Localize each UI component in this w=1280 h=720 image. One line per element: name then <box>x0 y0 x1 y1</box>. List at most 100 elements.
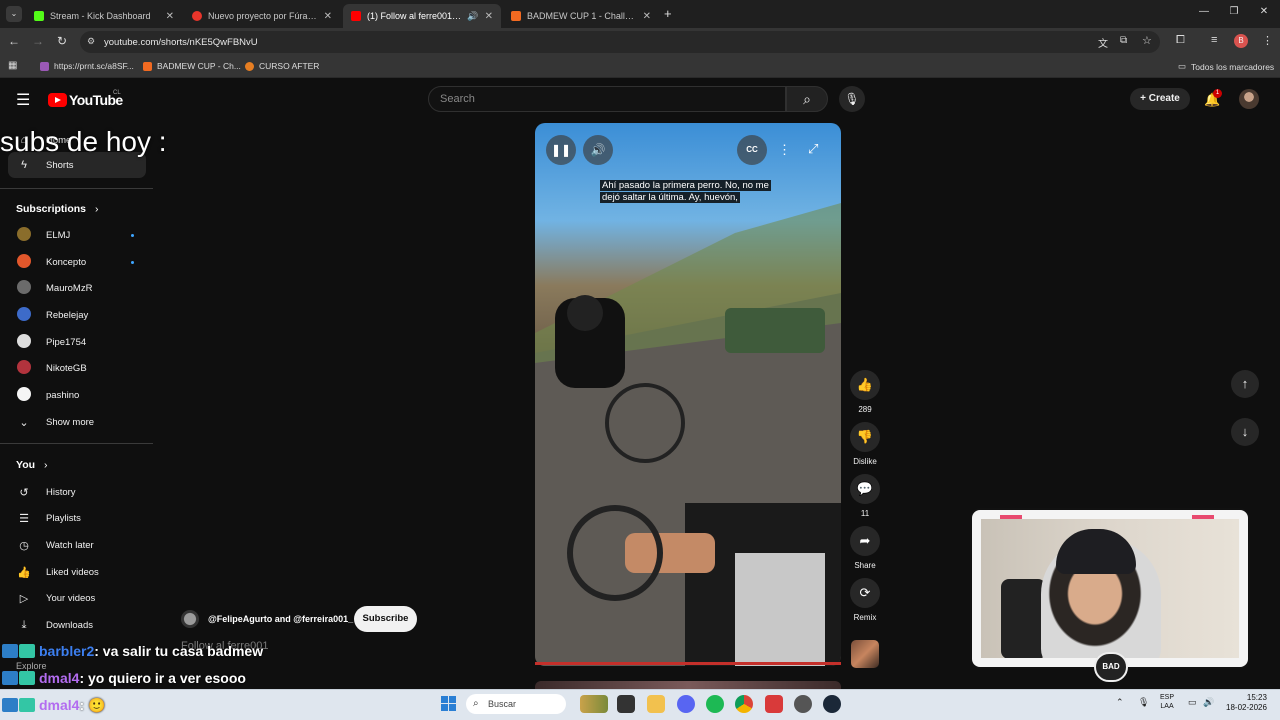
extensions-icon[interactable]: ⧠ <box>1176 34 1185 47</box>
sidebar-show-more[interactable]: ⌄ Show more <box>8 409 146 435</box>
widgets-icon[interactable] <box>580 695 608 713</box>
streaming-app-icon[interactable] <box>765 695 783 713</box>
tab-youtube[interactable]: (1) Follow al ferre001 - You 🔊 ✕ <box>343 4 501 28</box>
short-video-player[interactable] <box>535 123 841 666</box>
close-icon[interactable]: ✕ <box>324 11 332 22</box>
menu-icon[interactable]: ⋮ <box>1262 34 1273 47</box>
windows-start-icon[interactable] <box>441 696 456 711</box>
sidebar-item-nikotegb[interactable]: NikoteGB <box>8 355 146 381</box>
comments-button[interactable]: 💬 <box>850 474 880 504</box>
more-options-icon[interactable]: ⋮ <box>778 142 791 158</box>
voice-search-button[interactable]: 🎙 <box>839 86 865 112</box>
tab-challonge[interactable]: BADMEW CUP 1 - Challonge ✕ <box>503 4 659 28</box>
url-text[interactable]: youtube.com/shorts/nKE5QwFBNvU <box>104 37 258 48</box>
task-view-icon[interactable] <box>617 695 635 713</box>
speaker-icon[interactable]: 🔊 <box>467 11 478 22</box>
bookmark-prnt[interactable]: https://prnt.sc/a8SF... <box>40 61 134 71</box>
sidebar-item-koncepto[interactable]: Koncepto <box>8 249 146 275</box>
profile-icon[interactable]: B <box>1234 34 1248 48</box>
arrow-up-icon: ↑ <box>1241 376 1249 391</box>
window-close-icon[interactable]: ✕ <box>1254 6 1274 17</box>
close-icon[interactable]: ✕ <box>643 11 651 22</box>
hamburger-menu-icon[interactable]: ☰ <box>16 90 30 110</box>
youtube-logo[interactable]: YouTube <box>48 92 123 108</box>
sidebar-item-liked-videos[interactable]: 👍 Liked videos <box>8 559 146 585</box>
volume-icon[interactable]: 🔊 <box>1203 697 1214 708</box>
translate-icon[interactable]: 文 <box>1098 35 1108 50</box>
subscribe-button[interactable]: Subscribe <box>354 606 417 632</box>
restore-icon[interactable]: ❐ <box>1224 6 1244 17</box>
tray-expand-icon[interactable]: ⌃ <box>1116 697 1124 708</box>
all-bookmarks[interactable]: ▭ Todos los marcadores <box>1178 61 1274 72</box>
site-info-icon[interactable]: ⚙ <box>87 36 95 47</box>
sidebar-item-your-videos[interactable]: ▷ Your videos <box>8 585 146 611</box>
minimize-icon[interactable]: — <box>1194 6 1214 17</box>
chat-username: dmal4 <box>39 697 80 713</box>
pause-icon: ❚❚ <box>550 143 572 157</box>
search-button[interactable]: ⌕ <box>786 86 828 112</box>
language-indicator[interactable]: ESP LAA <box>1160 693 1174 711</box>
bookmark-badmew[interactable]: BADMEW CUP - Ch... <box>143 61 241 71</box>
file-explorer-icon[interactable] <box>647 695 665 713</box>
tab-nuevo-proyecto[interactable]: Nuevo proyecto por Fúran | Bar ✕ <box>184 4 340 28</box>
sidebar-item-pashino[interactable]: pashino <box>8 382 146 408</box>
search-input[interactable]: Search <box>428 86 786 112</box>
sidebar-item-downloads[interactable]: ⤓ Downloads <box>8 612 146 638</box>
media-icon[interactable]: ≡ <box>1211 34 1217 46</box>
previous-short-button[interactable]: ↑ <box>1231 370 1259 398</box>
microphone-icon: 🎙 <box>844 92 860 106</box>
next-short-button[interactable]: ↓ <box>1231 418 1259 446</box>
tab-kick[interactable]: Stream - Kick Dashboard ✕ <box>26 4 182 28</box>
network-icon[interactable]: ▭ <box>1188 697 1197 708</box>
tab-search-button[interactable]: ⌄ <box>6 6 22 22</box>
chrome-icon[interactable] <box>735 695 753 713</box>
you-header[interactable]: You › <box>16 459 47 471</box>
apps-icon[interactable]: ▦ <box>8 60 17 71</box>
sidebar-item-history[interactable]: ↺ History <box>8 479 146 505</box>
sidebar-item-mauromzr[interactable]: MauroMzR <box>8 275 146 301</box>
volume-button[interactable]: 🔊 <box>583 135 613 165</box>
captions-button[interactable]: CC <box>737 135 767 165</box>
back-icon[interactable]: ← <box>6 34 22 48</box>
sidebar-item-elmj[interactable]: ELMJ <box>8 222 146 248</box>
volume-icon: 🔊 <box>590 143 606 157</box>
discord-icon[interactable] <box>677 695 695 713</box>
channel-name[interactable]: @FelipeAgurto and @ferreira001_ <box>208 614 353 624</box>
bookmark-curso-after[interactable]: CURSO AFTER <box>245 61 319 71</box>
remix-button[interactable]: ⟳ <box>850 578 880 608</box>
new-tab-button[interactable]: + <box>664 6 672 21</box>
cast-icon[interactable]: ⧉ <box>1120 35 1127 46</box>
video-progress-bar[interactable] <box>535 662 841 665</box>
channel-avatar[interactable] <box>181 610 199 628</box>
like-button[interactable]: 👍 <box>850 370 880 400</box>
arrow-down-icon: ↓ <box>1241 424 1249 439</box>
spotify-icon[interactable] <box>706 695 724 713</box>
taskbar-clock[interactable]: 15:23 18-02-2026 <box>1226 693 1267 713</box>
fullscreen-icon[interactable]: ⤢ <box>808 141 818 157</box>
next-short-preview[interactable] <box>535 681 841 689</box>
create-button[interactable]: + Create <box>1130 88 1190 110</box>
sidebar-item-label: Shorts <box>46 159 74 171</box>
audio-thumbnail[interactable] <box>851 640 879 668</box>
account-avatar[interactable] <box>1239 89 1259 109</box>
close-icon[interactable]: ✕ <box>485 11 493 22</box>
subscriptions-header[interactable]: Subscriptions › <box>16 203 98 215</box>
forward-icon[interactable]: → <box>30 34 46 48</box>
microphone-icon[interactable]: 🎙 <box>1138 697 1149 708</box>
taskbar-search-input[interactable]: ⌕ Buscar <box>466 694 566 714</box>
steam-icon[interactable] <box>823 695 841 713</box>
dislike-button[interactable]: 👎 <box>850 422 880 452</box>
close-icon[interactable]: ✕ <box>166 11 174 22</box>
sidebar-item-pipe1754[interactable]: Pipe1754 <box>8 329 146 355</box>
pause-button[interactable]: ❚❚ <box>546 135 576 165</box>
star-icon[interactable]: ☆ <box>1142 34 1152 47</box>
reload-icon[interactable]: ↻ <box>54 34 70 48</box>
sidebar-item-playlists[interactable]: ☰ Playlists <box>8 505 146 531</box>
shorts-icon: ϟ <box>21 159 27 171</box>
sidebar-item-rebelejay[interactable]: Rebelejay <box>8 302 146 328</box>
sidebar-item-watch-later[interactable]: ◷ Watch later <box>8 532 146 558</box>
share-button[interactable]: ➦ <box>850 526 880 556</box>
obs-icon[interactable] <box>794 695 812 713</box>
sidebar-item-label: pashino <box>46 389 80 401</box>
search-icon: ⌕ <box>803 91 811 107</box>
